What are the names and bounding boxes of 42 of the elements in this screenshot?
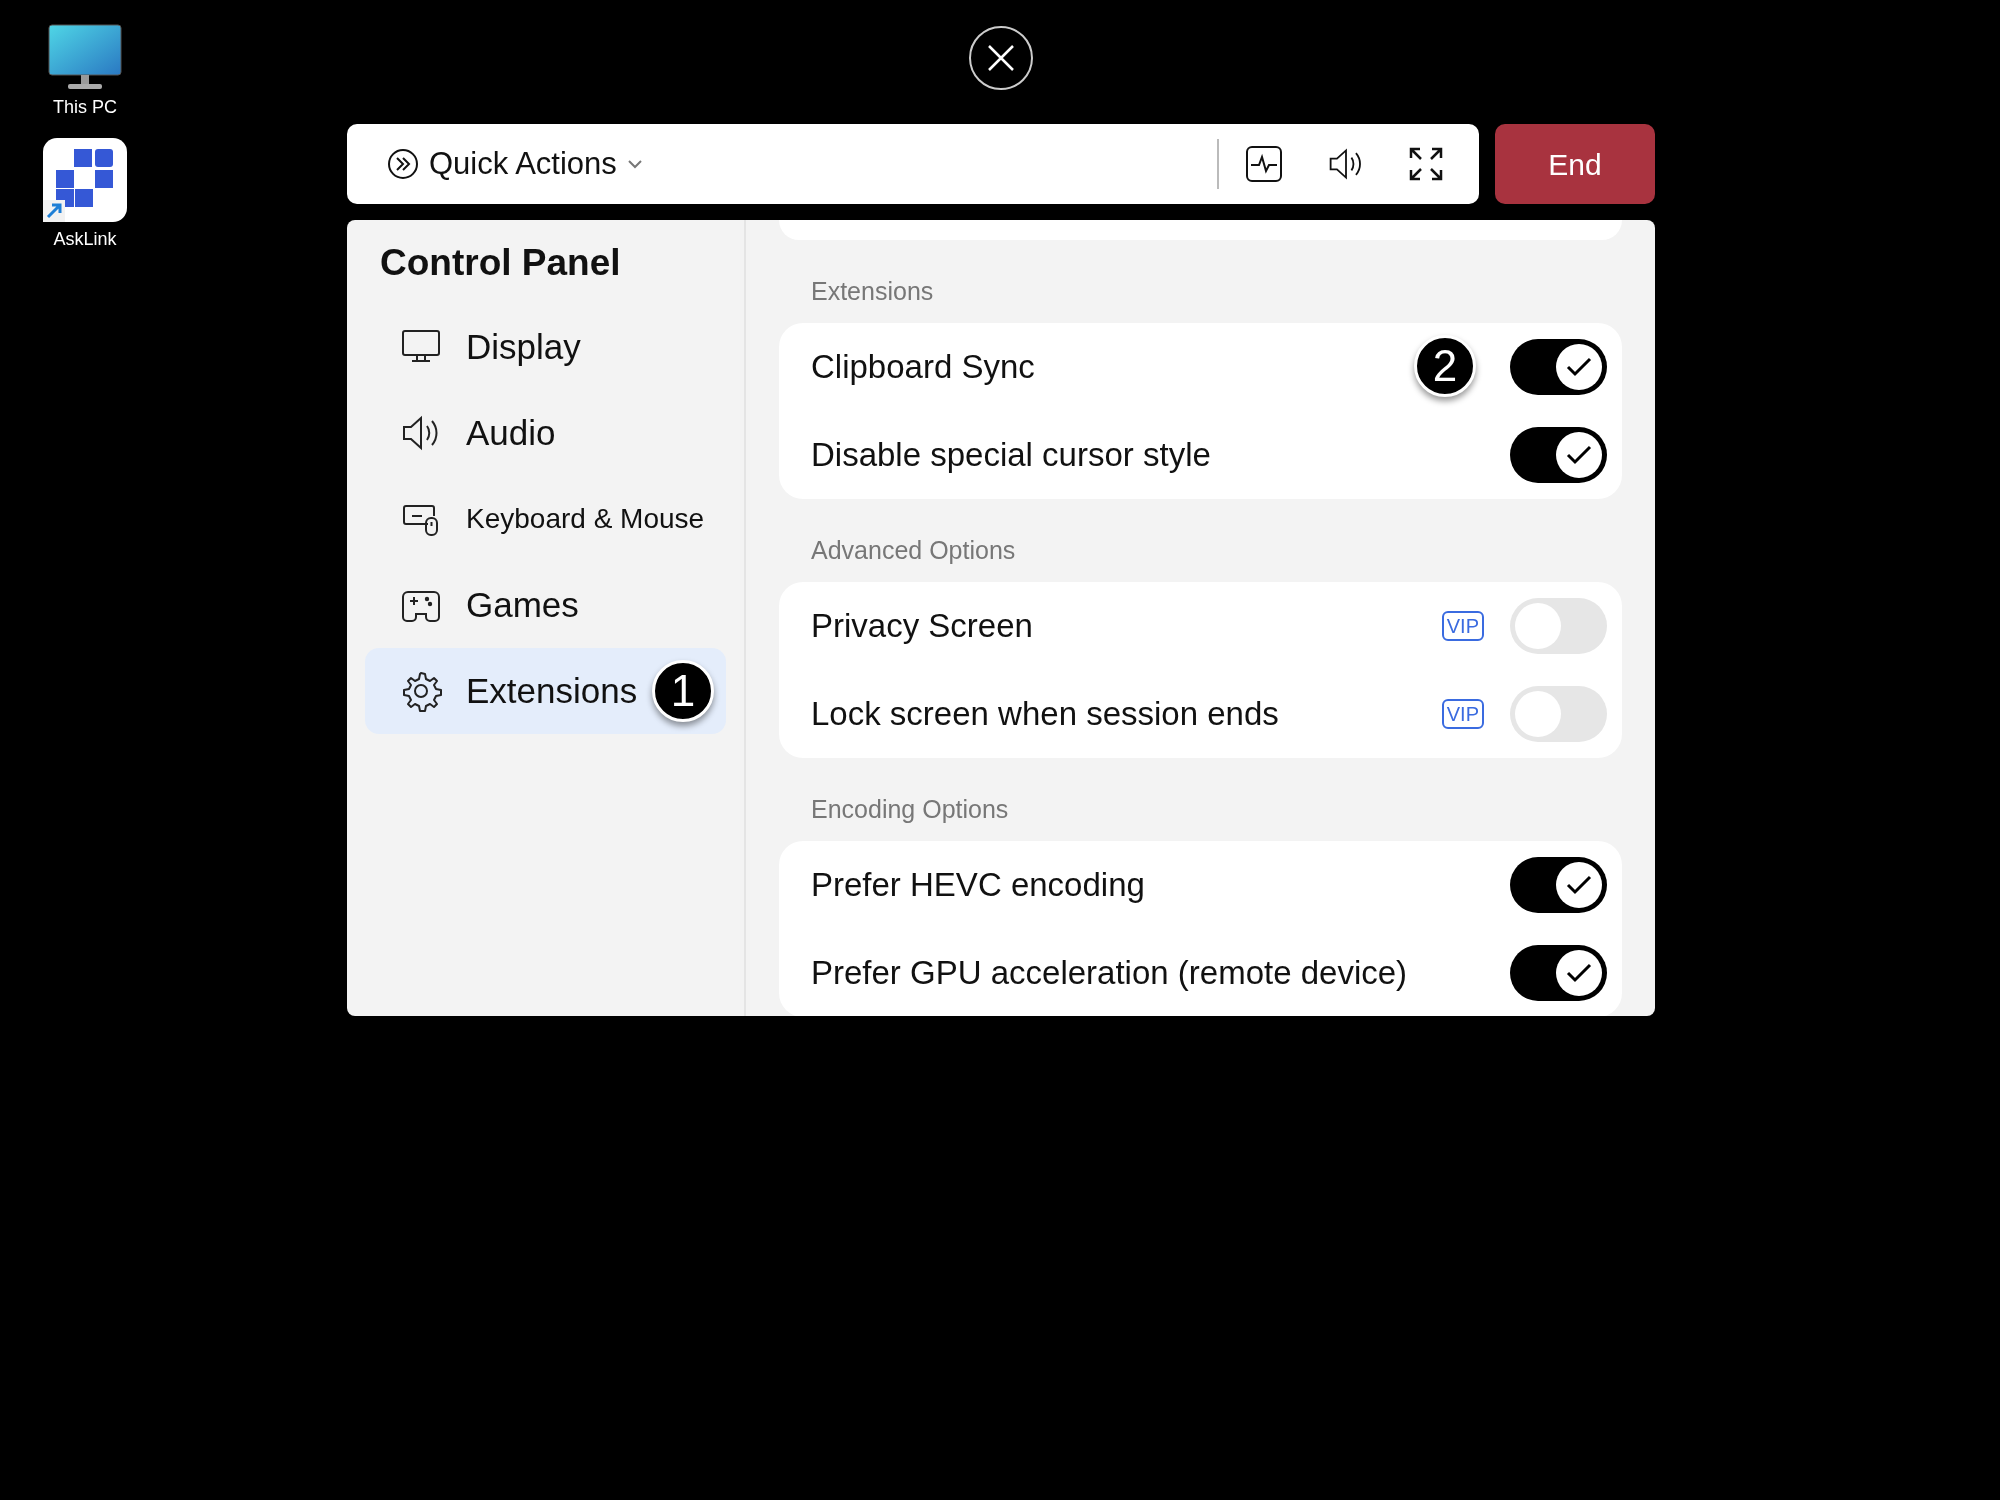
toggle-switch[interactable]	[1510, 427, 1607, 483]
panel-title: Control Panel	[379, 242, 622, 284]
sidebar-item[interactable]: Extensions 1	[365, 648, 726, 734]
monitor-icon	[48, 24, 122, 90]
toggle-switch[interactable]	[1510, 857, 1607, 913]
step-number-badge: 1	[652, 660, 714, 722]
check-icon	[1566, 357, 1592, 377]
setting-label: Lock screen when session ends	[811, 694, 1279, 735]
sidebar-item[interactable]: Keyboard & Mouse	[365, 476, 726, 562]
double-chevron-icon	[387, 148, 419, 180]
vip-badge: VIP	[1441, 699, 1484, 729]
check-icon	[1566, 445, 1592, 465]
setting-label: Prefer GPU acceleration (remote device)	[811, 953, 1408, 994]
pulse-monitor-icon[interactable]	[1245, 145, 1283, 183]
desktop-icon-label[interactable]: AskLink	[53, 228, 117, 250]
close-icon	[987, 44, 1015, 72]
sidebar-item[interactable]: Games	[365, 562, 726, 648]
step-number-badge: 2	[1414, 335, 1476, 397]
gear-icon	[400, 670, 442, 712]
section-heading: Advanced Options	[810, 535, 1017, 566]
setting-label: Disable special cursor style	[811, 435, 1211, 476]
setting-label: Clipboard Sync	[811, 347, 1035, 388]
end-button[interactable]: End	[1495, 124, 1655, 204]
section-heading: Extensions	[810, 276, 935, 307]
section-heading: Encoding Options	[810, 794, 1010, 825]
vip-badge: VIP	[1441, 611, 1484, 641]
setting-label: Privacy Screen	[811, 606, 1033, 647]
desktop-icon-label[interactable]: This PC	[53, 96, 117, 118]
toggle-switch[interactable]	[1510, 945, 1607, 1001]
fullscreen-icon[interactable]	[1409, 147, 1443, 181]
sidebar-item[interactable]: Display	[365, 304, 726, 390]
toggle-switch[interactable]	[1510, 686, 1607, 742]
setting-label: Prefer HEVC encoding	[811, 865, 1145, 906]
close-button[interactable]	[969, 26, 1033, 90]
toggle-switch[interactable]	[1510, 598, 1607, 654]
sidebar-item[interactable]: Audio	[365, 390, 726, 476]
check-icon	[1566, 875, 1592, 895]
toggle-switch[interactable]	[1510, 339, 1607, 395]
app-icon	[43, 138, 127, 222]
check-icon	[1566, 963, 1592, 983]
chevron-down-icon	[626, 159, 643, 169]
quick-actions-dropdown[interactable]: Quick Actions	[387, 140, 643, 188]
